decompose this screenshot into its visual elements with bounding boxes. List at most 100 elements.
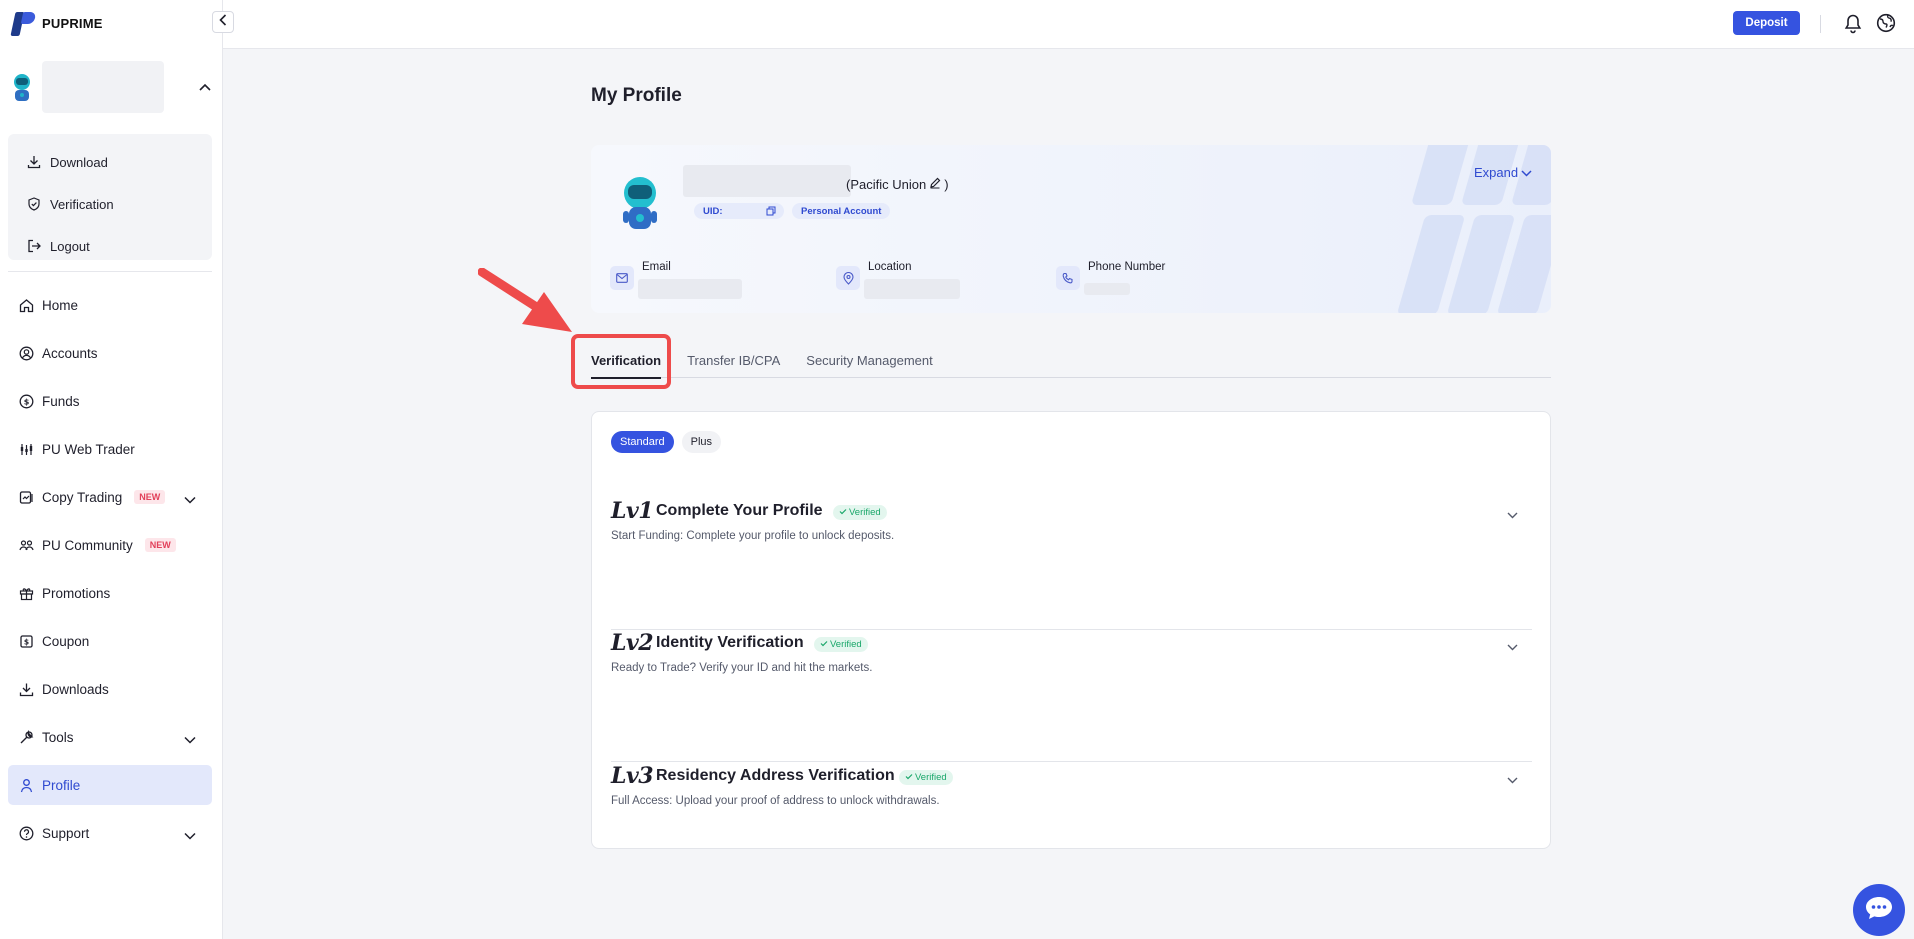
expand-label: Expand — [1474, 165, 1519, 180]
profile-card: (Pacific Union ) UID: Personal Account E… — [591, 145, 1551, 313]
verification-type-toggle: Standard Plus — [611, 431, 722, 453]
sidebar-item-home[interactable]: Home — [8, 281, 212, 329]
sidebar-item-pu-community[interactable]: PU Community NEW — [8, 521, 212, 569]
deposit-button[interactable]: Deposit — [1733, 11, 1800, 35]
sidebar-nav: Home Accounts $ Funds PU Web Trader Copy… — [8, 281, 212, 857]
sidebar-item-label: Tools — [42, 729, 74, 745]
phone-info: Phone Number — [1056, 260, 1165, 295]
level-description: Ready to Trade? Verify your ID and hit t… — [611, 662, 873, 674]
expand-button[interactable]: Expand — [1474, 165, 1532, 180]
sidebar-item-label: Profile — [42, 777, 81, 793]
sidebar-item-label: Support — [42, 825, 90, 841]
chevron-down-icon[interactable] — [1507, 771, 1518, 789]
segment-plus[interactable]: Plus — [681, 431, 722, 453]
user-menu-label: Verification — [50, 196, 114, 212]
sidebar-item-support[interactable]: Support — [8, 809, 212, 857]
sidebar-item-profile[interactable]: Profile — [8, 765, 212, 805]
chevron-down-icon[interactable] — [184, 492, 196, 507]
logout-icon — [26, 238, 42, 254]
sidebar-item-coupon[interactable]: $ Coupon — [8, 617, 212, 665]
copy-icon[interactable] — [766, 206, 776, 219]
verification-level-3[interactable]: Lv3 Residency Address Verification Verif… — [611, 763, 1532, 833]
sidebar-item-label: PU Web Trader — [42, 441, 135, 457]
sidebar-item-pu-web-trader[interactable]: PU Web Trader — [8, 425, 212, 473]
sidebar-item-tools[interactable]: Tools — [8, 713, 212, 761]
sidebar-item-label: Downloads — [42, 681, 109, 697]
person-icon — [18, 777, 34, 793]
sidebar-item-downloads[interactable]: Downloads — [8, 665, 212, 713]
level-number: Lv1 — [611, 498, 654, 524]
verification-level-2[interactable]: Lv2 Identity Verification Verified Ready… — [611, 630, 1532, 762]
level-number: Lv2 — [611, 630, 654, 656]
sidebar-collapse-button[interactable] — [212, 11, 234, 33]
profile-name: (Pacific Union ) — [846, 177, 949, 192]
chevron-down-icon[interactable] — [184, 828, 196, 843]
chevron-down-icon[interactable] — [1507, 506, 1518, 524]
profile-name-redacted — [683, 165, 851, 197]
annotation-highlight-box — [571, 334, 671, 389]
svg-text:$: $ — [23, 637, 28, 646]
avatar — [10, 72, 34, 102]
check-icon — [905, 772, 913, 783]
chevron-up-icon[interactable] — [199, 78, 211, 96]
uid-label: UID: — [703, 205, 723, 217]
live-chat-button[interactable] — [1853, 884, 1905, 936]
status-badge: Verified — [899, 770, 953, 785]
account-type-badge: Personal Account — [792, 203, 891, 219]
profile-avatar[interactable] — [615, 173, 665, 233]
tab-security-management[interactable]: Security Management — [806, 350, 932, 378]
user-account-row[interactable] — [10, 60, 213, 114]
segment-standard[interactable]: Standard — [611, 431, 674, 453]
top-bar: Deposit — [223, 0, 1914, 49]
profile-name-suffix: (Pacific Union — [846, 177, 927, 192]
chevron-down-icon[interactable] — [1507, 638, 1518, 656]
brand-logo[interactable]: PUPRIME — [10, 10, 103, 36]
user-circle-icon — [18, 345, 34, 361]
level-title: Identity Verification — [656, 634, 804, 651]
user-menu-download[interactable]: Download — [8, 141, 212, 183]
tab-transfer-ib-cpa[interactable]: Transfer IB/CPA — [687, 350, 780, 378]
user-menu-label: Download — [50, 154, 108, 170]
copy-trading-icon — [18, 489, 34, 505]
phone-label: Phone Number — [1088, 261, 1166, 273]
coupon-icon: $ — [18, 633, 34, 649]
download-icon — [26, 154, 42, 170]
location-pin-icon — [836, 266, 860, 290]
check-icon — [839, 507, 847, 518]
user-menu-verification[interactable]: Verification — [8, 183, 212, 225]
sidebar-item-funds[interactable]: $ Funds — [8, 377, 212, 425]
edit-pencil-icon[interactable] — [929, 177, 941, 192]
svg-text:$: $ — [23, 397, 29, 406]
location-label: Location — [868, 261, 912, 273]
download-icon — [18, 681, 34, 697]
sidebar-item-label: PU Community — [42, 537, 133, 553]
community-icon — [18, 537, 34, 553]
user-menu-logout[interactable]: Logout — [8, 225, 212, 267]
sidebar-item-copy-trading[interactable]: Copy Trading NEW — [8, 473, 212, 521]
user-name-redacted — [42, 61, 164, 113]
sidebar-item-promotions[interactable]: Promotions — [8, 569, 212, 617]
sidebar-item-accounts[interactable]: Accounts — [8, 329, 212, 377]
sidebar: PUPRIME Download Verification Logout Hom… — [0, 0, 223, 939]
user-menu-label: Logout — [50, 238, 90, 254]
mail-icon — [610, 266, 634, 290]
chevron-down-icon[interactable] — [184, 732, 196, 747]
profile-name-suffix-end: ) — [944, 177, 949, 192]
status-text: Verified — [830, 639, 862, 650]
location-info: Location — [836, 260, 960, 299]
language-globe-icon[interactable] — [1876, 13, 1896, 38]
level-divider — [611, 761, 1532, 762]
phone-value-redacted — [1084, 283, 1130, 295]
annotation-arrow-icon — [477, 267, 574, 339]
status-badge: Verified — [833, 505, 887, 520]
puprime-logo-icon — [10, 10, 38, 36]
notification-bell-icon[interactable] — [1843, 13, 1863, 39]
chat-bubble-icon — [1864, 895, 1894, 926]
sidebar-divider — [8, 271, 212, 272]
email-info: Email — [610, 260, 742, 299]
chevron-down-icon — [1521, 165, 1532, 180]
sidebar-item-label: Funds — [42, 393, 80, 409]
check-icon — [820, 639, 828, 650]
level-title: Residency Address Verification — [656, 767, 895, 784]
verification-level-1[interactable]: Lv1 Complete Your Profile Verified Start… — [611, 498, 1532, 630]
